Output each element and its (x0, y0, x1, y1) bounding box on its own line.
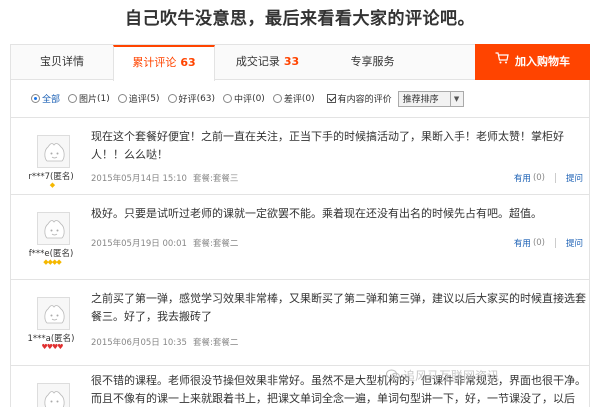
wechat-icon (386, 369, 400, 384)
review-actions: 有用 (0) 提问 (514, 172, 583, 184)
review-item: 很不错的课程。老师很没节操但效果非常好。虽然不是大型机构的，但课件非常规范，界面… (10, 366, 590, 407)
filter-count: (5) (146, 93, 160, 104)
useful-link[interactable]: 有用 (514, 237, 531, 249)
add-to-cart-button[interactable]: 加入购物车 (475, 44, 590, 80)
review-meta: 2015年05月14日 15:10 套餐:套餐三 (91, 172, 238, 184)
review-package: 套餐:套餐二 (192, 338, 239, 348)
review-filter-bar: 全部 图片 (1) 追评 (5) 好评 (63) 中评 (0) 差评 (0) 有… (10, 80, 590, 118)
heart-icon: ♥♥♥♥ (41, 343, 63, 351)
avatar[interactable] (37, 383, 70, 407)
filter-negative[interactable]: 差评 (0) (272, 92, 315, 105)
review-package: 套餐:套餐三 (192, 174, 239, 184)
review-text: 现在这个套餐好便宜！之前一直在关注，正当下手的时候搞活动了，果断入手！老师太赞！… (91, 130, 564, 161)
review-actions: 有用 (0) 提问 (514, 237, 583, 249)
tab-transactions[interactable]: 成交记录 33 (215, 45, 320, 79)
divider (554, 173, 556, 183)
filter-count: (1) (97, 93, 110, 104)
tab-label: 宝贝详情 (40, 55, 84, 68)
filter-positive[interactable]: 好评 (63) (167, 92, 216, 105)
diamond-icon: ◆◆◆◆ (43, 258, 62, 266)
filter-label: 中评 (234, 95, 253, 105)
avatar[interactable] (37, 297, 70, 330)
review-date: 2015年06月05日 10:35 (91, 338, 187, 348)
useful-count: (0) (532, 238, 545, 248)
ask-link[interactable]: 提问 (566, 172, 583, 184)
review-text: 之前买了第一弹，感觉学习效果非常棒，又果断买了第二弹和第三弹，建议以后大家买的时… (91, 292, 586, 323)
review-item: r***7(匿名) ◆ 现在这个套餐好便宜！之前一直在关注，正当下手的时候搞活动… (10, 118, 590, 195)
tab-label: 累计评论 (132, 56, 177, 69)
tab-count: 63 (180, 56, 196, 69)
filter-count: (63) (196, 93, 216, 104)
watermark: 追风马互联网资讯 (386, 367, 499, 384)
filter-label: 追评 (128, 95, 147, 105)
radio-button[interactable] (167, 94, 177, 103)
review-meta: 2015年05月19日 00:01 套餐:套餐二 (91, 237, 238, 249)
divider (554, 238, 556, 248)
tab-count: 33 (283, 55, 300, 68)
useful-link[interactable]: 有用 (514, 172, 531, 184)
has-content-filter[interactable]: 有内容的评价 (326, 92, 392, 105)
filter-all[interactable]: 全部 (31, 92, 60, 105)
review-text: 极好。只要是试听过老师的课就一定欲罢不能。乘着现在还没有出名的时候先占有吧。超值… (91, 207, 542, 220)
useful-count: (0) (532, 173, 545, 183)
radio-button[interactable] (117, 94, 127, 103)
sort-value: 推荐排序 (402, 95, 439, 105)
sort-dropdown[interactable]: 推荐排序 ▼ (397, 90, 464, 107)
tab-bar: 宝贝详情 累计评论 63 成交记录 33 专享服务 加入购物车 (10, 44, 590, 81)
tab-label: 专享服务 (350, 55, 395, 68)
tab-label: 成交记录 (235, 55, 280, 68)
filter-neutral[interactable]: 中评 (0) (223, 92, 265, 105)
radio-button[interactable] (68, 94, 78, 103)
watermark-text: 追风马互联网资讯 (403, 369, 500, 383)
review-item: 1***a(匿名) ♥♥♥♥ 之前买了第一弹，感觉学习效果非常棒，又果断买了第二… (10, 280, 590, 366)
review-date: 2015年05月19日 00:01 (91, 239, 187, 249)
filter-followup[interactable]: 追评 (5) (117, 92, 160, 105)
cart-icon (495, 43, 509, 79)
radio-button[interactable] (31, 94, 40, 103)
page-headline: 自己吹牛没意思，最后来看看大家的评论吧。 (125, 9, 475, 29)
cart-button-label: 加入购物车 (515, 55, 570, 68)
review-item: f***e(匿名) ◆◆◆◆ 极好。只要是试听过老师的课就一定欲罢不能。乘着现在… (10, 195, 590, 280)
ask-link[interactable]: 提问 (566, 237, 583, 249)
review-package: 套餐:套餐二 (192, 239, 239, 249)
review-text: 很不错的课程。老师很没节操但效果非常好。虽然不是大型机构的，但课件非常规范，界面… (91, 374, 586, 405)
radio-button[interactable] (223, 94, 233, 103)
filter-label: 好评 (178, 95, 197, 105)
filter-label: 图片 (79, 95, 98, 105)
review-meta: 2015年06月05日 10:35 套餐:套餐二 (91, 336, 238, 348)
diamond-icon: ◆ (49, 181, 55, 189)
avatar[interactable] (37, 212, 70, 245)
tab-services[interactable]: 专享服务 (320, 45, 425, 79)
review-date: 2015年05月14日 15:10 (91, 174, 187, 184)
filter-label: 全部 (42, 95, 61, 105)
filter-count: (0) (252, 93, 265, 104)
filter-images[interactable]: 图片 (1) (68, 92, 110, 105)
filter-label: 差评 (283, 95, 302, 105)
tab-item-details[interactable]: 宝贝详情 (11, 45, 113, 79)
radio-button[interactable] (272, 94, 282, 103)
tab-reviews[interactable]: 累计评论 63 (113, 45, 215, 81)
filter-count: (0) (301, 93, 315, 104)
checkbox-label: 有内容的评价 (337, 95, 392, 105)
checkbox[interactable] (326, 94, 336, 103)
avatar[interactable] (37, 135, 70, 168)
chevron-down-icon[interactable]: ▼ (449, 91, 463, 106)
